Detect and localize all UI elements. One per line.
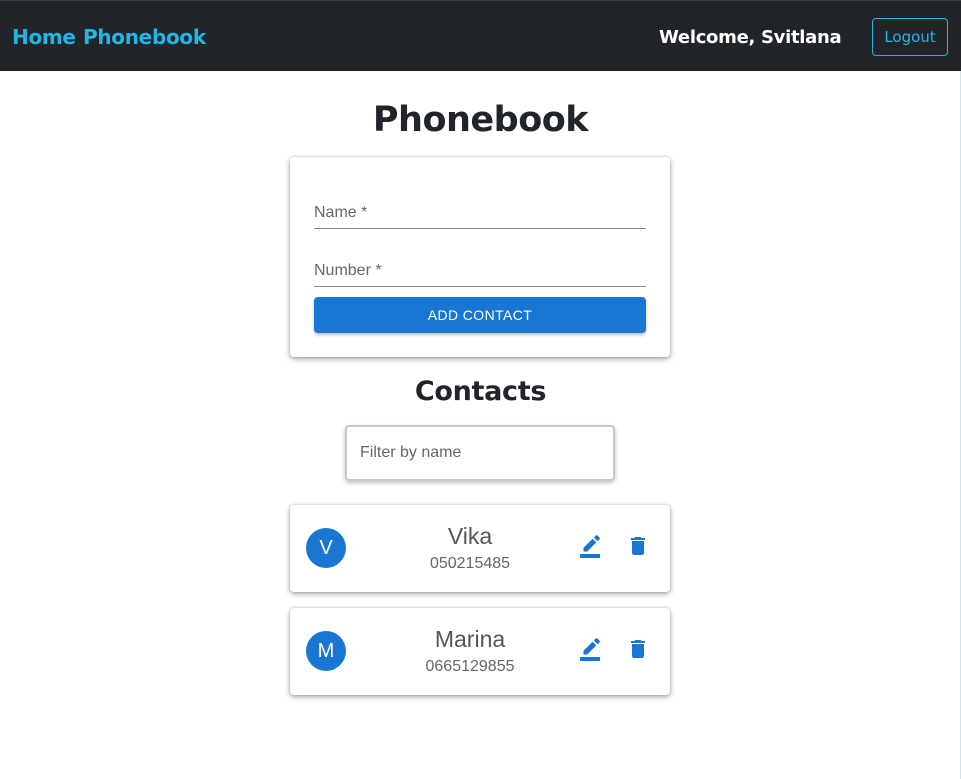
nav-link-phonebook[interactable]: Phonebook — [83, 25, 206, 49]
avatar: M — [306, 631, 346, 671]
number-field[interactable]: Number * — [314, 251, 646, 287]
contact-card: V Vika 050215485 — [290, 505, 670, 592]
name-input[interactable] — [314, 193, 646, 228]
logout-button[interactable]: Logout — [872, 18, 948, 56]
pencil-icon — [578, 534, 602, 563]
navbar: Home Phonebook Welcome, Svitlana Logout — [0, 0, 961, 71]
name-field[interactable]: Name * — [314, 193, 646, 229]
contact-name: Vika — [447, 523, 493, 549]
edit-contact-button[interactable] — [578, 637, 602, 666]
page-title: Phonebook — [372, 100, 589, 140]
pencil-icon — [578, 637, 602, 666]
contact-card: M Marina 0665129855 — [290, 608, 670, 695]
contacts-title: Contacts — [414, 376, 547, 407]
page: Home Phonebook Welcome, Svitlana Logout … — [0, 0, 961, 779]
number-input[interactable] — [314, 251, 646, 286]
welcome-text: Welcome, Svitlana — [659, 27, 842, 48]
filter-input[interactable] — [347, 427, 613, 479]
contact-number: 0665129855 — [425, 658, 515, 675]
delete-contact-button[interactable] — [626, 639, 650, 663]
add-contact-form: Name * Number * ADD CONTACT — [290, 157, 670, 357]
avatar: V — [306, 528, 346, 568]
nav-link-home[interactable]: Home — [12, 25, 76, 49]
trash-icon — [626, 637, 650, 666]
contact-number: 050215485 — [429, 555, 511, 572]
edit-contact-button[interactable] — [578, 534, 602, 563]
contact-name: Marina — [434, 626, 506, 652]
delete-contact-button[interactable] — [626, 536, 650, 560]
trash-icon — [626, 534, 650, 563]
filter-field[interactable] — [345, 425, 615, 481]
add-contact-button[interactable]: ADD CONTACT — [314, 297, 646, 333]
